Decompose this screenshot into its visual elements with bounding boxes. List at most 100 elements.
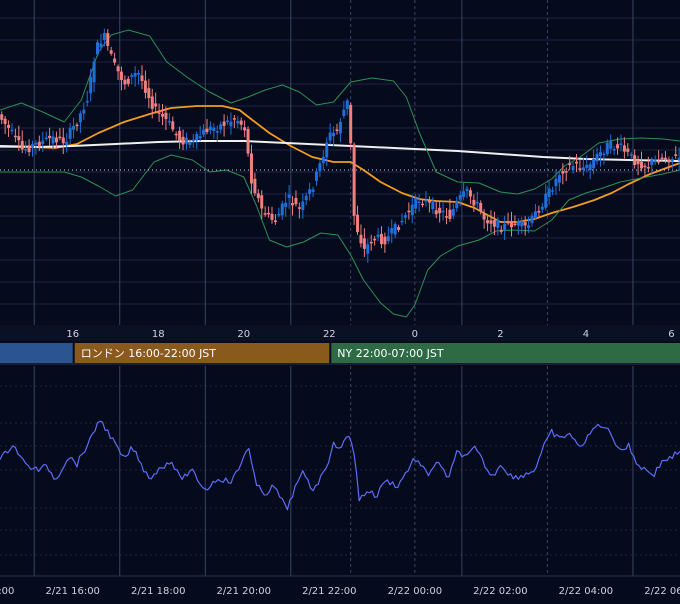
- candle-body: [72, 125, 76, 130]
- candle-body: [482, 212, 486, 220]
- candle-body: [489, 220, 493, 224]
- candle-body: [109, 50, 113, 54]
- candle-body: [462, 191, 466, 197]
- top-axis-tick-label: 4: [583, 329, 589, 340]
- candle-body: [226, 120, 230, 123]
- bottom-axis-tick-label: 2/21 16:00: [45, 586, 99, 597]
- candle-body: [622, 145, 626, 152]
- candle-body: [530, 215, 534, 224]
- candle-body: [147, 88, 151, 99]
- top-axis-tick-label: 20: [237, 329, 250, 340]
- candle-body: [291, 203, 295, 206]
- candle-body: [390, 228, 394, 234]
- candle-body: [75, 124, 79, 127]
- bottom-axis-tick-label: 2/21 18:00: [131, 586, 185, 597]
- candle-body: [89, 77, 93, 94]
- candle-body: [479, 202, 483, 212]
- bottom-axis-tick-label: 2/22 00:00: [388, 586, 442, 597]
- candle-body: [85, 100, 89, 103]
- candle-body: [503, 223, 507, 230]
- candle-body: [44, 137, 48, 140]
- candle-body: [236, 121, 240, 124]
- candle-body: [328, 132, 332, 141]
- candle-body: [472, 199, 476, 206]
- candle-body: [338, 121, 342, 134]
- candle-body: [540, 206, 544, 210]
- candle-body: [232, 118, 236, 120]
- candle-body: [575, 161, 579, 164]
- candle-body: [208, 126, 212, 131]
- candle-body: [636, 160, 640, 165]
- candle-body: [164, 112, 168, 120]
- candle-body: [143, 80, 147, 93]
- session-label: ロンドン 16:00-22:00 JST: [81, 347, 217, 360]
- chart-svg: 16 18 20 22 0 2 4 6 ロンドン 16:00-22:00 JST NY 22:00…: [0, 0, 680, 600]
- candle-body: [629, 154, 633, 156]
- candle-body: [150, 96, 154, 109]
- candle-body: [356, 214, 360, 233]
- bottom-axis-tick-label: 2/22 06:00: [644, 586, 680, 597]
- top-axis-tick-label: 22: [323, 329, 336, 340]
- candle-body: [342, 109, 346, 117]
- candle-body: [54, 137, 58, 143]
- candle-body: [256, 193, 260, 199]
- bottom-axis-tick-label: 2/21 20:00: [217, 586, 271, 597]
- candle-body: [403, 215, 407, 218]
- bottom-axis-tick-label: 2/21 14:00: [0, 586, 14, 597]
- candle-body: [564, 171, 568, 173]
- candle-body: [598, 151, 602, 157]
- candle-body: [301, 201, 305, 211]
- candle-body: [119, 71, 123, 80]
- candle-body: [92, 61, 96, 83]
- candle-body: [561, 170, 565, 174]
- candle-body: [616, 144, 620, 149]
- candle-body: [352, 144, 356, 216]
- candle-body: [311, 189, 315, 192]
- candle-body: [68, 127, 72, 139]
- candle-body: [318, 163, 322, 172]
- candle-body: [167, 120, 171, 123]
- candle-body: [650, 160, 654, 166]
- candle-body: [239, 120, 243, 125]
- candle-body: [386, 235, 390, 242]
- candle-body: [31, 144, 35, 148]
- candle-body: [451, 209, 455, 216]
- candle-body: [154, 103, 158, 107]
- candle-body: [96, 42, 100, 55]
- candle-body: [219, 124, 223, 130]
- candle-body: [547, 188, 551, 198]
- candle-body: [619, 143, 623, 145]
- candle-body: [48, 135, 52, 139]
- candle-body: [506, 221, 510, 224]
- candle-body: [458, 195, 462, 200]
- candle-body: [243, 127, 247, 131]
- candle-body: [17, 136, 21, 141]
- bottom-axis-tick-label: 2/22 02:00: [473, 586, 527, 597]
- candle-body: [475, 201, 479, 204]
- candle-body: [13, 135, 17, 138]
- candle-body: [667, 159, 671, 163]
- candle-body: [102, 33, 106, 41]
- candle-body: [410, 204, 414, 216]
- candle-body: [3, 118, 7, 125]
- candle-body: [431, 202, 435, 210]
- candle-body: [137, 73, 141, 75]
- candle-body: [34, 142, 38, 145]
- candle-body: [663, 157, 667, 160]
- candle-body: [486, 220, 490, 224]
- candle-body: [41, 140, 45, 145]
- candle-body: [640, 161, 644, 169]
- candle-body: [20, 140, 24, 150]
- candle-body: [379, 233, 383, 245]
- candle-body: [417, 201, 421, 204]
- candle-body: [0, 114, 4, 120]
- candle-body: [37, 141, 41, 147]
- candle-body: [444, 216, 448, 218]
- candle-body: [270, 213, 274, 220]
- candle-body: [325, 142, 329, 158]
- candle-body: [246, 129, 250, 154]
- candle-body: [578, 168, 582, 170]
- candle-body: [568, 163, 572, 166]
- candle-body: [581, 167, 585, 170]
- candle-body: [441, 210, 445, 213]
